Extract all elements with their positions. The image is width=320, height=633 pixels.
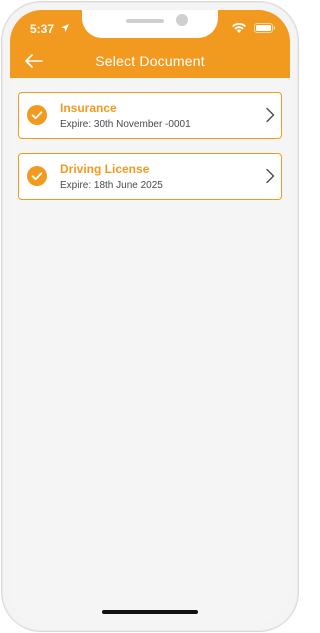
document-expiry: Expire: 18th June 2025 bbox=[60, 180, 163, 191]
document-name: Driving License bbox=[60, 162, 150, 176]
document-item-driving-license[interactable]: Driving License Expire: 18th June 2025 bbox=[18, 153, 282, 200]
chevron-right-icon bbox=[266, 168, 275, 184]
phone-frame: 5:37 Select Document Insurance Expire: 3… bbox=[1, 1, 299, 632]
document-list: Insurance Expire: 30th November -0001 Dr… bbox=[18, 92, 282, 214]
document-name: Insurance bbox=[60, 101, 117, 115]
device-notch bbox=[82, 10, 218, 38]
front-camera bbox=[176, 14, 188, 26]
page-title: Select Document bbox=[95, 53, 205, 69]
status-time: 5:37 bbox=[30, 22, 55, 36]
document-item-insurance[interactable]: Insurance Expire: 30th November -0001 bbox=[18, 92, 282, 139]
check-circle-icon bbox=[27, 105, 47, 125]
wifi-icon bbox=[232, 23, 246, 33]
app-screen: 5:37 Select Document Insurance Expire: 3… bbox=[10, 10, 290, 623]
document-expiry: Expire: 30th November -0001 bbox=[60, 119, 191, 130]
battery-icon bbox=[254, 23, 276, 33]
home-indicator[interactable] bbox=[102, 610, 198, 614]
location-arrow-icon bbox=[61, 24, 69, 32]
check-circle-icon bbox=[27, 166, 47, 186]
speaker-grille bbox=[126, 19, 164, 23]
chevron-right-icon bbox=[266, 107, 275, 123]
